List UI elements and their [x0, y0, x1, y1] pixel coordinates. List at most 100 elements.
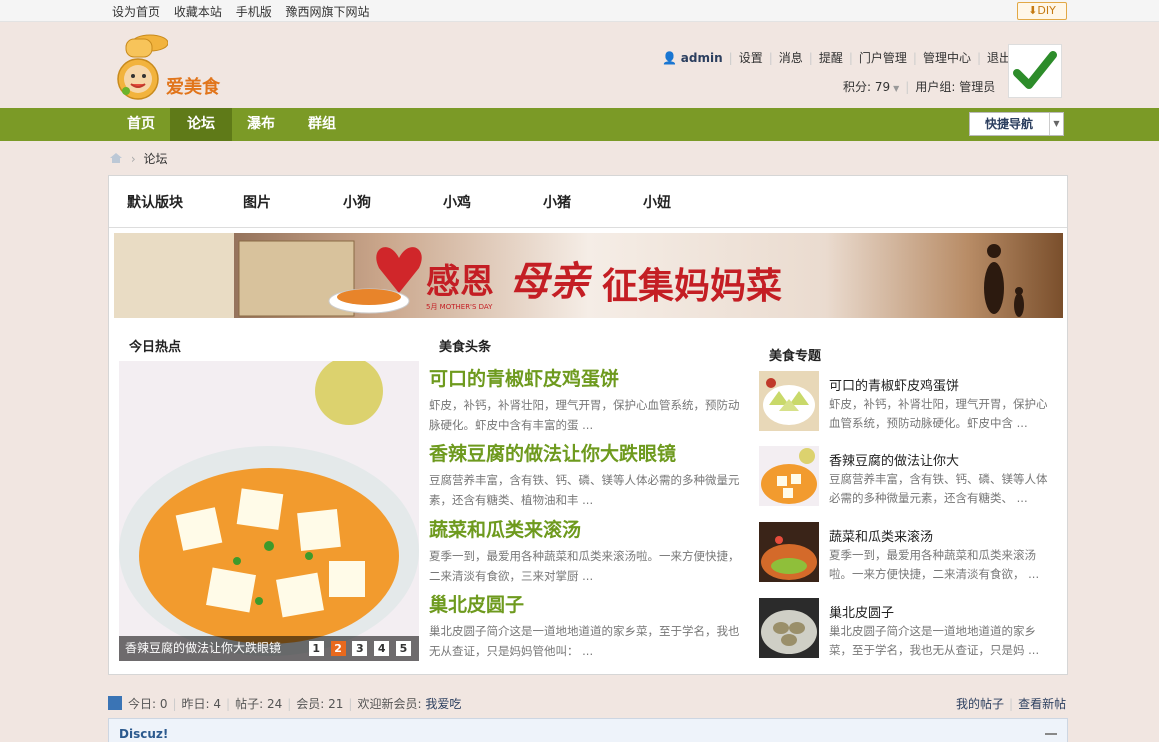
nav-groups[interactable]: 群组 [290, 108, 354, 141]
logo-text: 爱美食 [166, 77, 220, 98]
banner-image: 感恩 母亲 5月 MOTHER'S DAY 征集妈妈菜 [114, 233, 1063, 318]
banner-text-mothers-day: 5月 MOTHER'S DAY [426, 303, 493, 311]
banner-text-gratitude: 感恩 [426, 262, 494, 302]
forum-stats: 今日: 0 | 昨日: 4 | 帖子: 24 | 会员: 21 | 欢迎新会员: 我爱吃 [108, 695, 461, 712]
hot-title: 今日热点 [129, 340, 182, 355]
topic-desc: 巢北皮圆子简介这是一道地地道道的家乡菜，至于学名，我也无从查证，只是妈 ... [829, 624, 1040, 657]
topic-desc: 豆腐营养丰富，含有铁、钙、磷、镁等人体必需的多种微量元素，还含有糖类、 ... [829, 472, 1048, 505]
tab-pictures[interactable]: 图片 [243, 192, 271, 212]
user-icon: 👤 [662, 51, 677, 65]
topic-title[interactable]: 蔬菜和瓜类来滚汤 [829, 526, 933, 545]
quick-nav-button[interactable]: 快捷导航 ▼ [969, 112, 1064, 136]
headline-desc: 虾皮，补钙，补肾壮阳，理气开胃，保护心血管系统，预防动脉硬化。虾皮中含有丰富的蛋… [429, 398, 740, 432]
headline-title[interactable]: 香辣豆腐的做法让你大跌眼镜 [429, 439, 744, 466]
headline-desc: 豆腐营养丰富，含有铁、钙、磷、镁等人体必需的多种微量元素，还含有糖类、植物油和丰… [429, 473, 740, 507]
notifications-link[interactable]: 提醒 [819, 51, 843, 65]
topic-title[interactable]: 可口的青椒虾皮鸡蛋饼 [829, 375, 959, 394]
bookmark-link[interactable]: 收藏本站 [174, 5, 222, 19]
chevron-down-icon: ▼ [1049, 113, 1063, 135]
chevron-down-icon[interactable]: ▼ [893, 84, 899, 93]
slide-page-1[interactable]: 1 [308, 641, 324, 656]
username-link[interactable]: admin [681, 51, 723, 65]
topic-thumbnail[interactable] [759, 446, 819, 506]
breadcrumb-current[interactable]: 论坛 [143, 152, 167, 166]
my-posts-link[interactable]: 我的帖子 [956, 697, 1004, 711]
site-logo[interactable]: 爱美食 [108, 33, 238, 101]
new-posts-link[interactable]: 查看新帖 [1018, 697, 1066, 711]
messages-link[interactable]: 消息 [779, 51, 803, 65]
topic-thumbnail[interactable] [759, 371, 819, 431]
topics-title: 美食专题 [769, 349, 822, 364]
slide-pager: 1 2 3 4 5 [306, 641, 411, 656]
topic-thumbnail[interactable] [759, 522, 819, 582]
banner-text-collect: 征集妈妈菜 [602, 266, 782, 307]
slide-page-2[interactable]: 2 [330, 641, 346, 656]
top-links: 设为首页 收藏本站 手机版 豫西网旗下网站 [112, 3, 380, 20]
stat-members: 会员: 21 [296, 697, 344, 711]
headline-title[interactable]: 巢北皮圆子 [429, 590, 744, 617]
tab-puppy[interactable]: 小狗 [343, 192, 371, 212]
tab-girl[interactable]: 小妞 [643, 192, 671, 212]
topic-item[interactable]: 巢北皮圆子 巢北皮圆子简介这是一道地地道道的家乡菜，至于学名，我也无从查证，只是… [759, 598, 1059, 660]
promo-banner[interactable]: 感恩 母亲 5月 MOTHER'S DAY 征集妈妈菜 [114, 233, 1063, 318]
category-tabs: 默认版块 图片 小狗 小鸡 小猪 小妞 [109, 176, 1067, 228]
home-icon[interactable] [109, 152, 123, 164]
sister-sites-link[interactable]: 豫西网旗下网站 [286, 5, 370, 19]
slide-page-3[interactable]: 3 [352, 641, 368, 656]
newest-member-link[interactable]: 我爱吃 [425, 697, 461, 711]
nav-home[interactable]: 首页 [112, 108, 170, 141]
collapse-icon[interactable] [1045, 733, 1057, 735]
top-bar: 设为首页 收藏本站 手机版 豫西网旗下网站 ⬇DIY [0, 0, 1159, 22]
breadcrumb: › 论坛 [109, 150, 167, 167]
headline-desc: 夏季一到，最爱用各种蔬菜和瓜类来滚汤啦。一来方便快捷，二来清淡有食欲，三来对掌厨… [429, 549, 740, 583]
credits-bar: 积分: 79 ▼ | 用户组: 管理员 [843, 80, 996, 94]
tab-chick[interactable]: 小鸡 [443, 192, 471, 212]
topic-thumbnail[interactable] [759, 598, 819, 658]
topic-desc: 夏季一到，最爱用各种蔬菜和瓜类来滚汤啦。一来方便快捷，二来清淡有食欲， ... [829, 548, 1040, 581]
topic-item[interactable]: 香辣豆腐的做法让你大 豆腐营养丰富，含有铁、钙、磷、镁等人体必需的多种微量元素，… [759, 446, 1059, 508]
nav-waterfall[interactable]: 瀑布 [232, 108, 290, 141]
topic-desc: 虾皮，补钙，补肾壮阳，理气开胃，保护心血管系统，预防动脉硬化。虾皮中含 ... [829, 397, 1048, 430]
tab-piglet[interactable]: 小猪 [543, 192, 571, 212]
topic-title[interactable]: 巢北皮圆子 [829, 602, 894, 621]
settings-link[interactable]: 设置 [739, 51, 763, 65]
checkmark-icon [1013, 51, 1057, 89]
stat-posts: 帖子: 24 [235, 697, 283, 711]
tofu-dish-image [119, 361, 419, 661]
user-group[interactable]: 用户组: 管理员 [915, 80, 995, 94]
topic-item[interactable]: 蔬菜和瓜类来滚汤 夏季一到，最爱用各种蔬菜和瓜类来滚汤啦。一来方便快捷，二来清淡… [759, 522, 1059, 584]
diy-button[interactable]: ⬇DIY [1017, 2, 1067, 20]
stat-today: 今日: 0 [128, 697, 168, 711]
headline-title[interactable]: 可口的青椒虾皮鸡蛋饼 [429, 364, 744, 391]
headline-title[interactable]: 蔬菜和瓜类来滚汤 [429, 515, 744, 542]
forum-category-header: Discuz! [108, 718, 1068, 742]
headline-item: 可口的青椒虾皮鸡蛋饼 虾皮，补钙，补肾壮阳，理气开胃，保护心血管系统，预防动脉硬… [429, 364, 744, 435]
stat-yesterday: 昨日: 4 [181, 697, 222, 711]
credits-link[interactable]: 积分: 79 [843, 80, 890, 94]
user-bar: 👤 admin | 设置 | 消息 | 提醒 | 门户管理 | 管理中心 | 退出 [662, 51, 1012, 65]
nav-forum[interactable]: 论坛 [170, 108, 232, 141]
stat-welcome: 欢迎新会员: [357, 697, 422, 711]
tab-default[interactable]: 默认版块 [127, 192, 183, 212]
topic-title[interactable]: 香辣豆腐的做法让你大 [829, 450, 959, 469]
headline-item: 香辣豆腐的做法让你大跌眼镜 豆腐营养丰富，含有铁、钙、磷、镁等人体必需的多种微量… [429, 439, 744, 510]
hot-slideshow[interactable]: 香辣豆腐的做法让你大跌眼镜 1 2 3 4 5 [119, 361, 419, 661]
set-homepage-link[interactable]: 设为首页 [112, 5, 160, 19]
headline-item: 蔬菜和瓜类来滚汤 夏季一到，最爱用各种蔬菜和瓜类来滚汤啦。一来方便快捷，二来清淡… [429, 515, 744, 586]
avatar[interactable] [1008, 44, 1062, 98]
admin-center-link[interactable]: 管理中心 [923, 51, 971, 65]
banner-text-mother: 母亲 [509, 258, 593, 305]
mobile-link[interactable]: 手机版 [236, 5, 272, 19]
headline-item: 巢北皮圆子 巢北皮圆子简介这是一道地地道道的家乡菜，至于学名，我也无从查证，只是… [429, 590, 744, 661]
headline-desc: 巢北皮圆子简介这是一道地地道道的家乡菜，至于学名，我也无从查证，只是妈妈管他叫：… [429, 624, 740, 658]
topic-item[interactable]: 可口的青椒虾皮鸡蛋饼 虾皮，补钙，补肾壮阳，理气开胃，保护心血管系统，预防动脉硬… [759, 371, 1059, 433]
bar-chart-icon[interactable] [108, 696, 122, 710]
main-panel: 默认版块 图片 小狗 小鸡 小猪 小妞 感恩 母亲 5月 MOTHER'S DA… [108, 175, 1068, 675]
stats-links: 我的帖子 | 查看新帖 [956, 697, 1067, 711]
headlines-title: 美食头条 [439, 340, 492, 355]
portal-admin-link[interactable]: 门户管理 [859, 51, 907, 65]
slide-page-4[interactable]: 4 [374, 641, 390, 656]
download-arrow-icon: ⬇ [1028, 4, 1038, 17]
forum-category-name[interactable]: Discuz! [119, 727, 168, 741]
slide-page-5[interactable]: 5 [396, 641, 411, 656]
